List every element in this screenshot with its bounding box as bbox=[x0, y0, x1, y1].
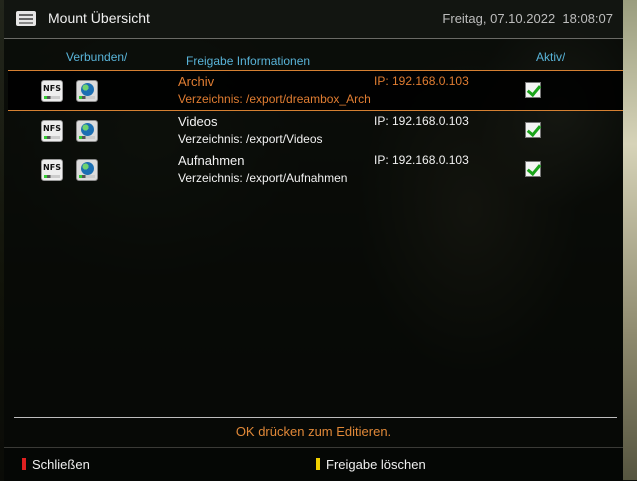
mount-type-label: NFS bbox=[43, 163, 61, 172]
button-bar: Schließen Freigabe löschen bbox=[4, 447, 623, 481]
page-title: Mount Übersicht bbox=[48, 10, 150, 26]
globe-icon bbox=[81, 83, 94, 96]
delete-share-button-label: Freigabe löschen bbox=[326, 457, 426, 472]
mount-row-videos[interactable]: NFS Videos Verzeichnis: /export/Videos I… bbox=[8, 111, 623, 150]
yellow-key-icon bbox=[316, 458, 320, 470]
close-button-label: Schließen bbox=[32, 457, 90, 472]
active-checkbox[interactable] bbox=[525, 82, 541, 98]
network-mount-icon bbox=[16, 11, 36, 26]
mount-directory: Verzeichnis: /export/dreambox_Archiv bbox=[178, 92, 371, 106]
mount-row-archiv[interactable]: NFS Archiv Verzeichnis: /export/dreambox… bbox=[8, 70, 623, 111]
network-globe-icon bbox=[76, 120, 98, 142]
mount-type-label: NFS bbox=[43, 84, 61, 93]
active-checkbox[interactable] bbox=[525, 161, 541, 177]
mount-type-label: NFS bbox=[43, 124, 61, 133]
active-checkbox[interactable] bbox=[525, 122, 541, 138]
globe-icon bbox=[81, 162, 94, 175]
column-header-info: Freigabe Informationen bbox=[186, 54, 311, 68]
nfs-icon: NFS bbox=[41, 120, 63, 142]
network-globe-icon bbox=[76, 159, 98, 181]
hint-text: OK drücken zum Editieren. bbox=[235, 424, 392, 439]
mount-list: NFS Archiv Verzeichnis: /export/dreambox… bbox=[8, 70, 623, 189]
mount-name: Videos bbox=[178, 114, 218, 129]
clock-datetime: Freitag, 07.10.2022 18:08:07 bbox=[442, 11, 613, 26]
divider bbox=[14, 417, 617, 418]
network-globe-icon bbox=[76, 80, 98, 102]
title-bar: Mount Übersicht Freitag, 07.10.2022 18:0… bbox=[4, 0, 623, 39]
mount-ip: IP: 192.168.0.103 bbox=[374, 74, 469, 88]
close-button[interactable]: Schließen bbox=[22, 457, 90, 472]
background-edge bbox=[623, 0, 637, 480]
nfs-icon: NFS bbox=[41, 80, 63, 102]
mount-name: Archiv bbox=[178, 74, 215, 89]
mount-ip: IP: 192.168.0.103 bbox=[374, 114, 469, 128]
column-header-active: Aktiv/ bbox=[536, 50, 566, 64]
mount-directory: Verzeichnis: /export/Aufnahmen bbox=[178, 171, 348, 185]
delete-share-button[interactable]: Freigabe löschen bbox=[316, 457, 426, 472]
globe-icon bbox=[81, 123, 94, 136]
mount-name: Aufnahmen bbox=[178, 153, 245, 168]
column-header-connected: Verbunden/ bbox=[66, 50, 128, 64]
mount-row-aufnahmen[interactable]: NFS Aufnahmen Verzeichnis: /export/Aufna… bbox=[8, 150, 623, 189]
nfs-icon: NFS bbox=[41, 159, 63, 181]
mount-directory: Verzeichnis: /export/Videos bbox=[178, 132, 323, 146]
mount-ip: IP: 192.168.0.103 bbox=[374, 153, 469, 167]
red-key-icon bbox=[22, 458, 26, 470]
